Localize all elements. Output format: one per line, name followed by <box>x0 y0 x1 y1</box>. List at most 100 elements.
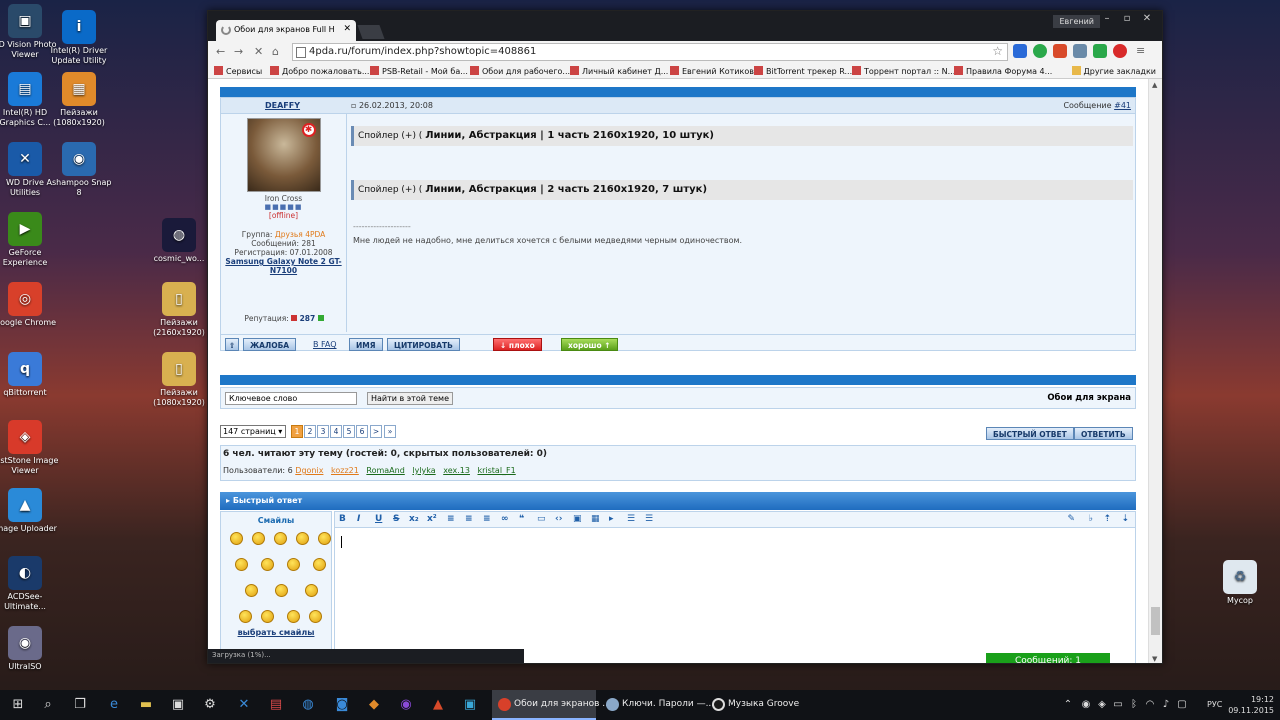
desktop-icon[interactable]: ◉ UltraISO <box>0 626 60 672</box>
address-bar[interactable]: 4pda.ru/forum/index.php?showtopic=408861… <box>292 43 1008 61</box>
last-page-button[interactable]: » <box>384 425 396 438</box>
desktop-icon[interactable]: ▯ Пейзажи (2160x1920) <box>144 282 214 338</box>
bookmark-item[interactable]: Сервисы <box>214 66 262 76</box>
new-tab-button[interactable] <box>357 25 385 39</box>
viewer-link[interactable]: kristal_F1 <box>477 466 515 475</box>
bad-button[interactable]: ↓ плохо <box>493 338 542 351</box>
trash-icon[interactable]: ♻ Мусор <box>1205 560 1275 606</box>
extension-red-icon[interactable] <box>1113 44 1127 58</box>
app-icon[interactable]: ▲ <box>430 697 446 713</box>
scroll-up-icon[interactable]: ▲ <box>1152 81 1157 89</box>
post-number-link[interactable]: #41 <box>1114 101 1131 110</box>
browser-tab[interactable]: Обои для экранов Full H ✕ <box>216 20 356 41</box>
profile-button[interactable]: Евгений <box>1053 15 1100 28</box>
clock[interactable]: 19:12 09.11.2015 <box>1228 694 1274 716</box>
desktop-icon[interactable]: ◎ Google Chrome <box>0 282 60 328</box>
bookmark-item[interactable]: PSB-Retail - Мой ба... <box>370 66 468 76</box>
back-icon[interactable]: ← <box>216 45 225 58</box>
quote-format-icon[interactable]: ❝ <box>519 514 524 524</box>
bullet-list-icon[interactable]: ☰ <box>627 514 635 524</box>
faq-link[interactable]: В FAQ <box>313 340 337 349</box>
desktop-icon[interactable]: ▯ Пейзажи (1080x1920) <box>144 352 214 408</box>
more-smileys-link[interactable]: выбрать смайлы <box>221 628 331 637</box>
page-link[interactable]: 5 <box>343 425 355 438</box>
page-link[interactable]: 2 <box>304 425 316 438</box>
app-icon[interactable]: ▣ <box>462 697 478 713</box>
desktop-icon[interactable]: i Intel(R) Driver Update Utility <box>44 10 114 66</box>
extension-mail-icon[interactable] <box>1053 44 1067 58</box>
viewer-link[interactable]: kozz21 <box>331 466 359 475</box>
notifications-icon[interactable]: ▢ <box>1174 697 1190 713</box>
smiley-icon[interactable] <box>261 610 274 623</box>
superscript-icon[interactable]: x² <box>427 514 437 524</box>
bookmark-item[interactable]: Правила Форума 4... <box>954 66 1052 76</box>
home-icon[interactable]: ⌂ <box>272 45 279 58</box>
desktop-icon[interactable]: q qBittorrent <box>0 352 60 398</box>
bluetooth-icon[interactable]: ᛒ <box>1126 697 1142 713</box>
camera-app-icon[interactable]: ◙ <box>334 697 350 713</box>
smiley-icon[interactable] <box>235 558 248 571</box>
viewer-link[interactable]: RomaAnd <box>366 466 404 475</box>
page-link[interactable]: 6 <box>356 425 368 438</box>
eraser-icon[interactable]: ✎ <box>1067 514 1075 524</box>
wd-tools-icon[interactable]: ✕ <box>236 697 252 713</box>
viewer-link[interactable]: lylyka <box>412 466 435 475</box>
numbered-list-icon[interactable]: ☰ <box>645 514 653 524</box>
smiley-icon[interactable] <box>252 532 265 545</box>
spoiler-format-icon[interactable]: ▭ <box>537 514 546 524</box>
task-view-icon[interactable]: ❐ <box>72 697 88 713</box>
start-windows-icon[interactable]: ⊞ <box>10 697 26 713</box>
tray-expand-icon[interactable]: ⌃ <box>1060 697 1076 713</box>
store-icon[interactable]: ▣ <box>170 697 186 713</box>
tray-app-icon[interactable]: ◉ <box>1078 697 1094 713</box>
code-icon[interactable]: ‹› <box>555 514 562 524</box>
align-right-icon[interactable]: ≡ <box>483 514 491 524</box>
search-icon[interactable]: ⌕ <box>40 697 56 713</box>
keyword-input[interactable]: Ключевое слово <box>225 392 357 405</box>
translit-icon[interactable]: ♭ <box>1089 514 1093 524</box>
extension-green-icon[interactable] <box>1033 44 1047 58</box>
explorer-icon[interactable]: ▬ <box>138 697 154 713</box>
media-app-icon[interactable]: ◉ <box>398 697 414 713</box>
battery-icon[interactable]: ▭ <box>1110 697 1126 713</box>
italic-icon[interactable]: I <box>357 514 360 524</box>
quick-reply-button[interactable]: БЫСТРЫЙ ОТВЕТ <box>986 427 1074 440</box>
bookmark-item[interactable]: BitTorrent трекер R... <box>754 66 852 76</box>
quick-reply-header[interactable]: ▸ Быстрый ответ <box>220 492 1136 510</box>
link-icon[interactable]: ∞ <box>501 514 509 524</box>
bookmark-item[interactable]: Добро пожаловать... <box>270 66 369 76</box>
input-language[interactable]: РУС <box>1207 700 1222 709</box>
desktop-icon[interactable]: ◐ ACDSee-Ultimate... <box>0 556 60 612</box>
other-bookmarks[interactable]: Другие закладки <box>1072 66 1157 76</box>
extension-shield-icon[interactable] <box>1093 44 1107 58</box>
page-select[interactable]: 147 страниц ▾ <box>220 425 286 438</box>
desktop-icon[interactable]: ▶ GeForce Experience <box>0 212 60 268</box>
stop-icon[interactable]: ✕ <box>254 45 263 58</box>
tab-close-icon[interactable]: ✕ <box>343 24 351 34</box>
smiley-icon[interactable] <box>309 610 322 623</box>
smiley-icon[interactable] <box>274 532 287 545</box>
subscript-icon[interactable]: x₂ <box>409 514 419 524</box>
minimize-icon[interactable]: – <box>1098 13 1116 24</box>
page-link[interactable]: 4 <box>330 425 342 438</box>
underline-icon[interactable]: U <box>375 514 382 524</box>
smiley-icon[interactable] <box>239 610 252 623</box>
task-notes[interactable]: Ключи. Пароли —... <box>600 690 714 720</box>
page-scrollbar[interactable]: ▲ ▼ <box>1148 79 1162 663</box>
edge-icon[interactable]: e <box>106 697 122 713</box>
bookmark-star-icon[interactable]: ☆ <box>992 44 1003 58</box>
desktop-icon[interactable]: ▦ Пейзажи (1080x1920) <box>44 72 114 128</box>
smiley-icon[interactable] <box>318 532 331 545</box>
align-center-icon[interactable]: ≡ <box>465 514 473 524</box>
settings-icon[interactable]: ⚙ <box>202 697 218 713</box>
wifi-icon[interactable]: ◠ <box>1142 697 1158 713</box>
media-icon[interactable]: ▦ <box>591 514 600 524</box>
complain-button[interactable]: ЖАЛОБА <box>243 338 297 351</box>
reply-button[interactable]: ОТВЕТИТЬ <box>1074 427 1133 440</box>
maximize-icon[interactable]: ▫ <box>1118 13 1136 24</box>
align-left-icon[interactable]: ≡ <box>447 514 455 524</box>
spoiler-2[interactable]: Спойлер (+) ( Линии, Абстракция | 2 част… <box>351 180 1133 200</box>
flag-app-icon[interactable]: ▤ <box>268 697 284 713</box>
close-icon[interactable]: ✕ <box>1138 13 1156 24</box>
spoiler-1[interactable]: Спойлер (+) ( Линии, Абстракция | 1 част… <box>351 126 1133 146</box>
